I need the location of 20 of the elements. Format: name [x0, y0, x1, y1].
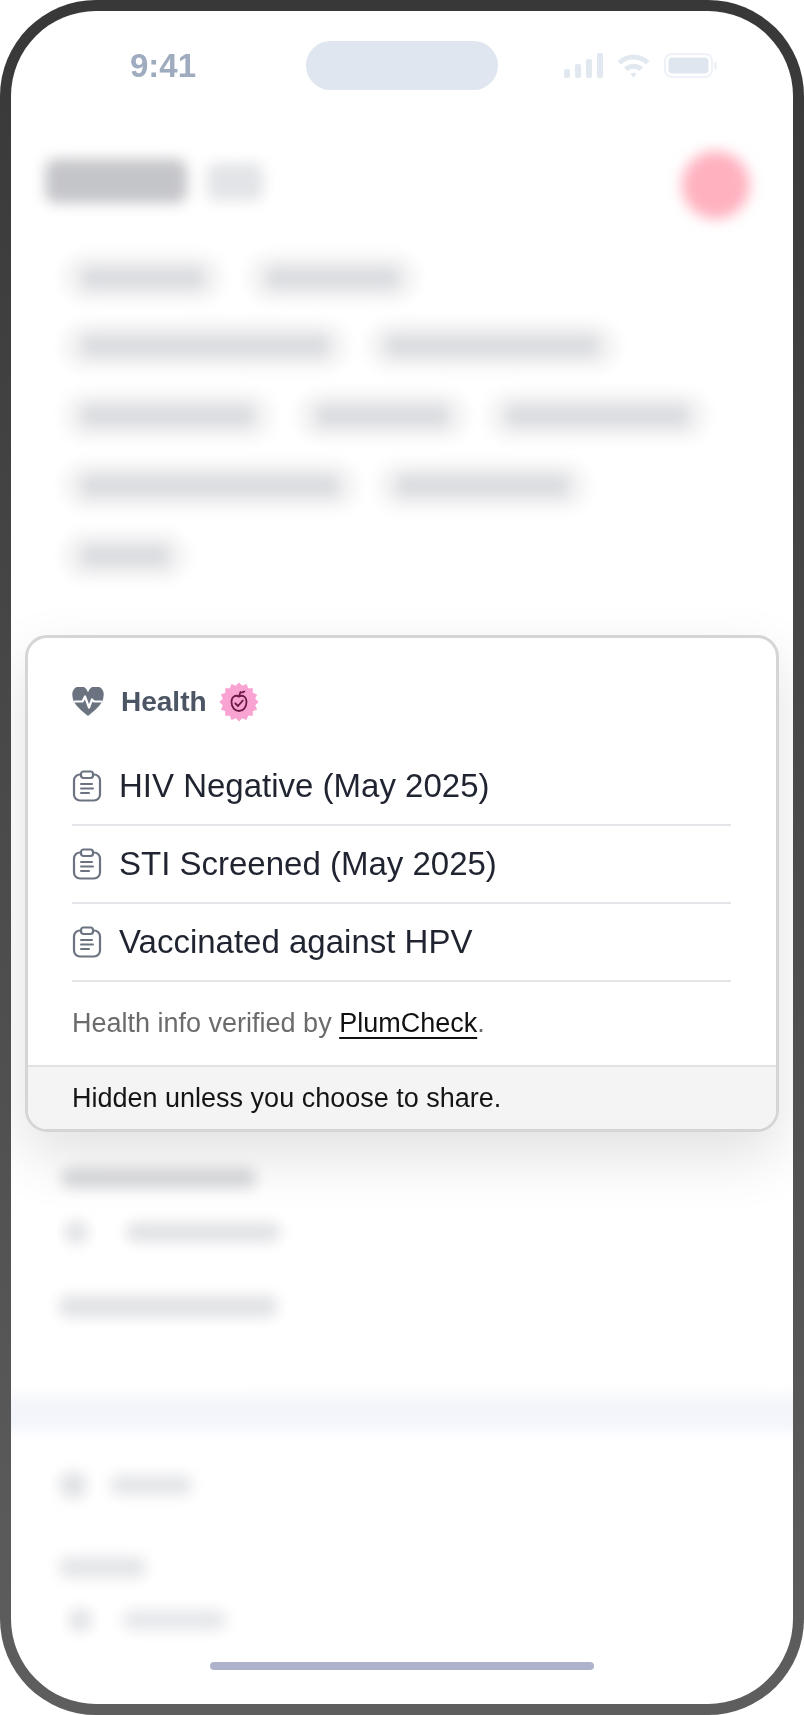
verification-note: Health info verified by PlumCheck.	[72, 1008, 485, 1039]
wifi-icon	[616, 53, 651, 78]
blurred-avatar	[681, 150, 750, 219]
clipboard-icon	[72, 848, 102, 880]
apple-check-badge-icon	[218, 682, 259, 722]
health-record-label: STI Screened (May 2025)	[119, 845, 497, 883]
verifier-link[interactable]: PlumCheck	[339, 1008, 478, 1038]
privacy-note: Hidden unless you choose to share.	[28, 1065, 776, 1129]
clipboard-icon	[72, 770, 102, 802]
home-indicator[interactable]	[210, 1662, 594, 1670]
section-title: Health	[121, 686, 207, 718]
signal-icon	[564, 53, 603, 78]
blurred-icon-dot	[59, 1471, 88, 1500]
health-record-label: HIV Negative (May 2025)	[119, 767, 490, 805]
battery-icon	[664, 53, 717, 78]
blurred-heading	[207, 162, 264, 201]
health-record-label: Vaccinated against HPV	[119, 923, 473, 961]
clipboard-icon	[72, 926, 102, 958]
heart-pulse-icon	[72, 687, 104, 717]
status-time: 9:41	[130, 46, 197, 85]
